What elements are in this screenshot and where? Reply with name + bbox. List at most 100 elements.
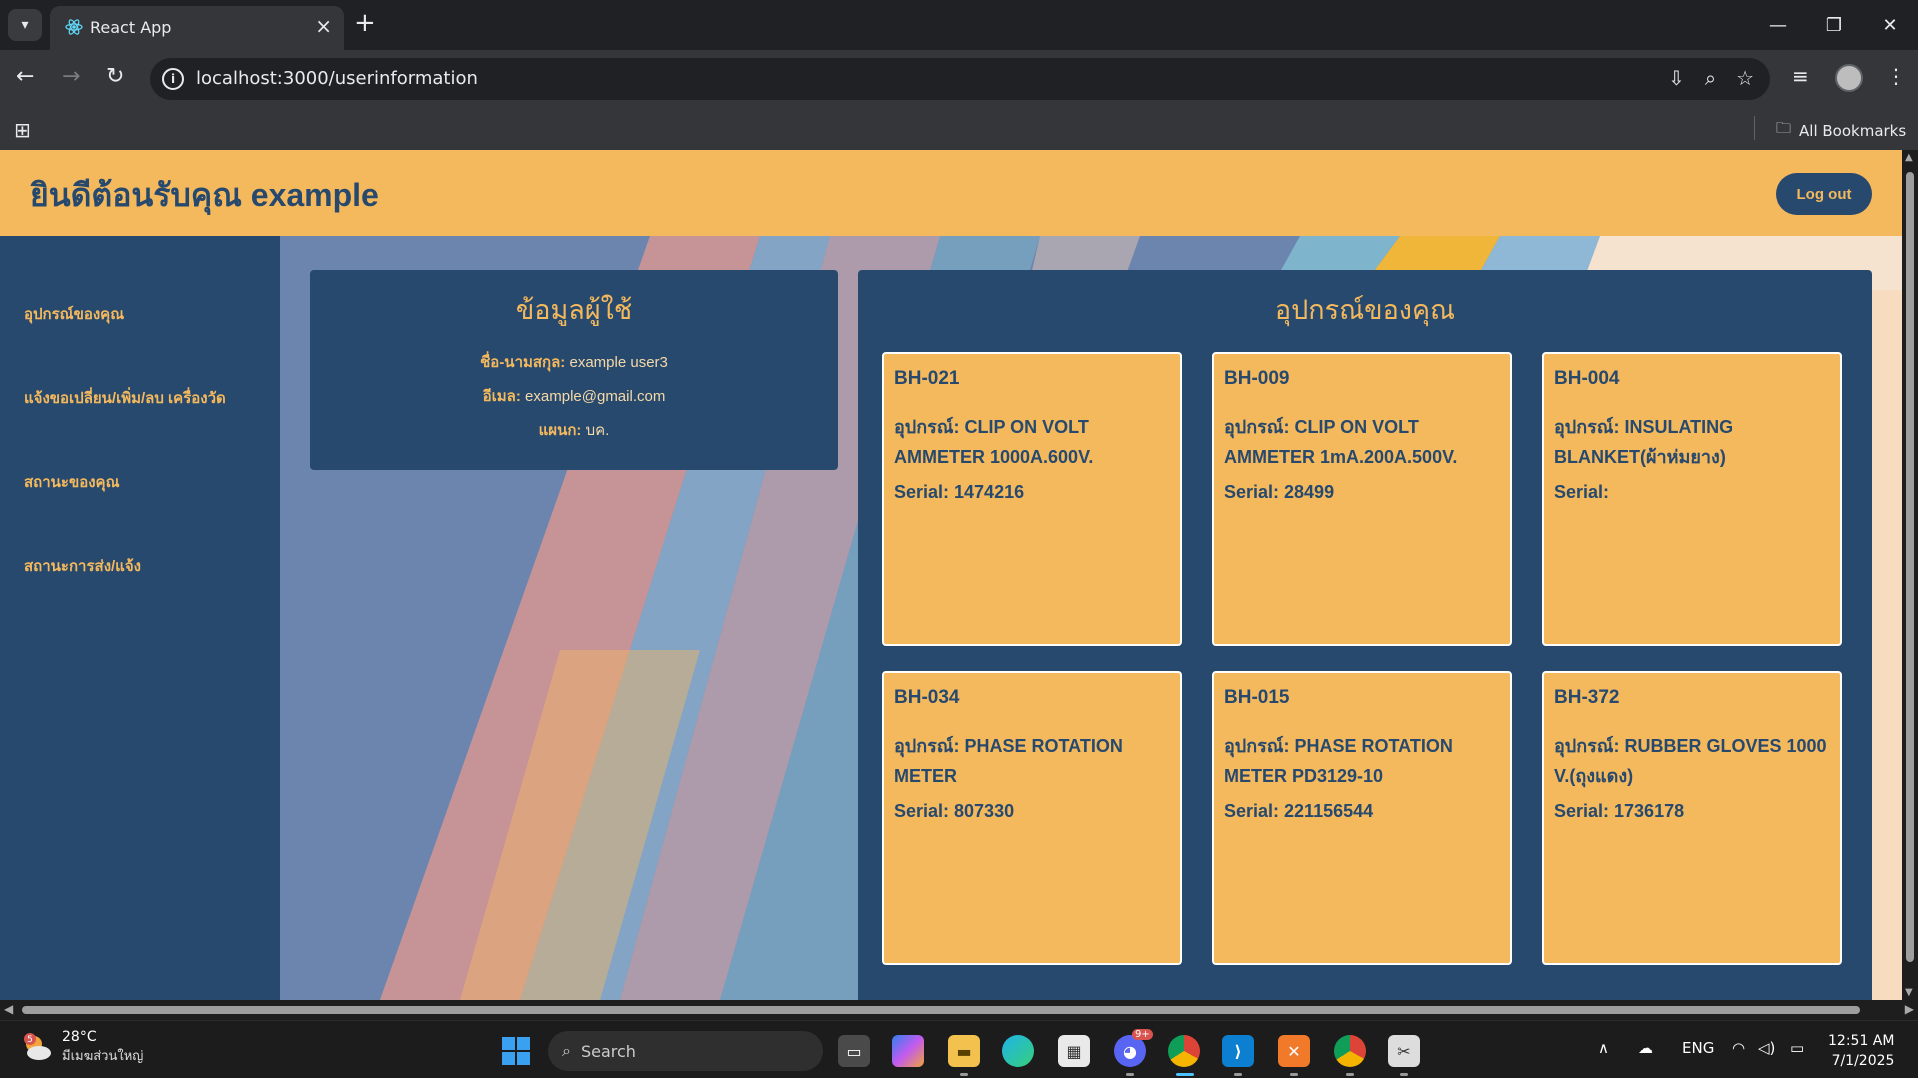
sidebar: อุปกรณ์ของคุณ แจ้งขอเปลี่ยน/เพิ่ม/ลบ เคร… (0, 236, 280, 1000)
bookmarks-bar: ⊞ 🗀 All Bookmarks (0, 108, 1918, 150)
taskbar-search[interactable]: ⌕ Search (548, 1031, 823, 1071)
taskbar: 5 28°C มีเมฆส่วนใหญ่ ⌕ Search ▭ ▬ ▦ ◕ 9+… (0, 1020, 1918, 1078)
email-value: example@gmail.com (525, 388, 666, 405)
vertical-scrollbar[interactable]: ▲ ▼ (1902, 150, 1918, 1000)
scroll-up-icon[interactable]: ▲ (1905, 152, 1913, 163)
profile-avatar[interactable] (1835, 64, 1863, 92)
scroll-left-icon[interactable]: ◀ (4, 1002, 13, 1016)
omnibox-actions: ⇩ ⌕ ☆ (1668, 66, 1754, 90)
device-card[interactable]: BH-021 อุปกรณ์: CLIP ON VOLT AMMETER 100… (882, 352, 1182, 646)
device-name: อุปกรณ์: INSULATING BLANKET(ผ้าห่มยาง) (1554, 417, 1734, 467)
file-explorer-indicator (960, 1073, 968, 1076)
dept-label: แผนก: (538, 422, 582, 439)
xampp-icon[interactable]: ✕ (1278, 1035, 1310, 1067)
email-label: อีเมล: (482, 388, 521, 405)
apps-grid-icon[interactable]: ⊞ (14, 118, 31, 142)
chrome-icon[interactable] (1168, 1035, 1200, 1067)
clock-time: 12:51 AM (1828, 1033, 1895, 1049)
file-explorer-icon[interactable]: ▬ (948, 1035, 980, 1067)
horizontal-scroll-thumb[interactable] (22, 1006, 1860, 1014)
minimize-icon[interactable]: — (1750, 0, 1806, 50)
browser-tab-bar: ▾ React App × + — ❐ ✕ (0, 0, 1918, 50)
dept-value: บค. (585, 422, 610, 439)
forward-icon[interactable]: → (62, 64, 80, 89)
scroll-right-icon[interactable]: ▶ (1905, 1002, 1914, 1016)
device-code: BH-015 (1224, 687, 1290, 708)
media-control-icon[interactable]: ≡ (1792, 64, 1809, 88)
chrome-active-indicator (1176, 1073, 1194, 1076)
bookmark-star-icon[interactable]: ☆ (1736, 66, 1754, 90)
tray-expand-icon[interactable]: ∧ (1598, 1039, 1609, 1057)
user-dept-row: แผนก: บค. (310, 418, 838, 442)
device-code: BH-004 (1554, 368, 1620, 389)
device-serial: Serial: 1474216 (894, 482, 1025, 502)
device-card[interactable]: BH-004 อุปกรณ์: INSULATING BLANKET(ผ้าห่… (1542, 352, 1842, 646)
url-text[interactable]: localhost:3000/userinformation (196, 68, 478, 89)
device-serial: Serial: (1554, 482, 1610, 502)
address-bar[interactable]: i localhost:3000/userinformation ⇩ ⌕ ☆ (150, 58, 1770, 100)
system-clock[interactable]: 12:51 AM 7/1/2025 (1828, 1031, 1894, 1071)
bookmarks-divider (1754, 116, 1755, 140)
snipping-tool-icon[interactable]: ✂ (1388, 1035, 1420, 1067)
language-indicator[interactable]: ENG (1682, 1039, 1714, 1057)
sidebar-item-submission-status[interactable]: สถานะการส่ง/แจ้ง (24, 554, 141, 578)
tab-title: React App (90, 18, 172, 37)
close-window-icon[interactable]: ✕ (1862, 0, 1918, 50)
weather-cloud-icon: 5 (20, 1031, 54, 1065)
edge-icon[interactable] (1002, 1035, 1034, 1067)
weather-badge: 5 (27, 1035, 33, 1045)
snipping-tool-indicator (1400, 1073, 1408, 1076)
browser-tab[interactable]: React App × (50, 6, 344, 50)
vscode-icon[interactable]: ⟩ (1222, 1035, 1254, 1067)
weather-widget[interactable]: 5 28°C มีเมฆส่วนใหญ่ (20, 1029, 143, 1066)
onedrive-icon[interactable]: ☁ (1638, 1039, 1653, 1057)
chrome-profile-icon[interactable] (1334, 1035, 1366, 1067)
zoom-icon[interactable]: ⌕ (1705, 66, 1716, 90)
taskbar-search-label: Search (580, 1041, 636, 1061)
logout-button[interactable]: Log out (1776, 173, 1872, 215)
device-card[interactable]: BH-372 อุปกรณ์: RUBBER GLOVES 1000 V.(ถุ… (1542, 671, 1842, 965)
device-card[interactable]: BH-034 อุปกรณ์: PHASE ROTATION METER Ser… (882, 671, 1182, 965)
copilot-icon[interactable] (892, 1035, 924, 1067)
windows-start-icon[interactable] (502, 1037, 530, 1065)
install-app-icon[interactable]: ⇩ (1668, 66, 1685, 90)
device-serial: Serial: 1736178 (1554, 801, 1685, 821)
device-code: BH-372 (1554, 687, 1620, 708)
store-icon[interactable]: ▦ (1058, 1035, 1090, 1067)
user-info-panel: ข้อมูลผู้ใช้ ชื่อ-นามสกุล: example user3… (310, 270, 838, 470)
wifi-icon[interactable]: ◠ (1732, 1039, 1745, 1057)
device-serial: Serial: 221156544 (1224, 801, 1374, 821)
back-icon[interactable]: ← (16, 64, 34, 89)
horizontal-scrollbar[interactable]: ◀ ▶ (0, 1000, 1918, 1020)
sidebar-item-my-devices[interactable]: อุปกรณ์ของคุณ (24, 302, 124, 326)
menu-kebab-icon[interactable]: ⋮ (1886, 64, 1906, 88)
window-controls: — ❐ ✕ (1750, 0, 1918, 50)
new-tab-icon[interactable]: + (354, 8, 376, 38)
device-code: BH-021 (894, 368, 960, 389)
reload-icon[interactable]: ↻ (106, 64, 124, 89)
user-info-title: ข้อมูลผู้ใช้ (515, 295, 633, 325)
discord-indicator (1126, 1073, 1134, 1076)
site-info-icon[interactable]: i (162, 68, 184, 90)
device-name: อุปกรณ์: PHASE ROTATION METER PD3129-10 (1224, 736, 1453, 786)
device-card[interactable]: BH-009 อุปกรณ์: CLIP ON VOLT AMMETER 1mA… (1212, 352, 1512, 646)
restore-icon[interactable]: ❐ (1806, 0, 1862, 50)
devices-panel: อุปกรณ์ของคุณ BH-021 อุปกรณ์: CLIP ON VO… (858, 270, 1872, 1000)
react-logo-icon (65, 19, 83, 35)
folder-icon: 🗀 (1776, 119, 1792, 137)
vertical-scroll-thumb[interactable] (1906, 172, 1914, 962)
task-view-icon[interactable]: ▭ (838, 1035, 870, 1067)
device-name: อุปกรณ์: CLIP ON VOLT AMMETER 1000A.600V… (894, 417, 1094, 467)
tab-search-chevron-icon[interactable]: ▾ (8, 9, 42, 41)
battery-icon[interactable]: ▭ (1790, 1039, 1804, 1057)
vscode-indicator (1234, 1073, 1242, 1076)
all-bookmarks-button[interactable]: 🗀 All Bookmarks (1776, 118, 1906, 143)
weather-location: มีเมฆส่วนใหญ่ (62, 1049, 144, 1064)
discord-badge: 9+ (1132, 1029, 1153, 1040)
device-card[interactable]: BH-015 อุปกรณ์: PHASE ROTATION METER PD3… (1212, 671, 1512, 965)
volume-icon[interactable]: ◁) (1758, 1039, 1775, 1057)
sidebar-item-request-change[interactable]: แจ้งขอเปลี่ยน/เพิ่ม/ลบ เครื่องวัด (24, 386, 226, 410)
tab-close-icon[interactable]: × (315, 14, 332, 38)
scroll-down-icon[interactable]: ▼ (1905, 987, 1913, 998)
sidebar-item-my-status[interactable]: สถานะของคุณ (24, 470, 120, 494)
